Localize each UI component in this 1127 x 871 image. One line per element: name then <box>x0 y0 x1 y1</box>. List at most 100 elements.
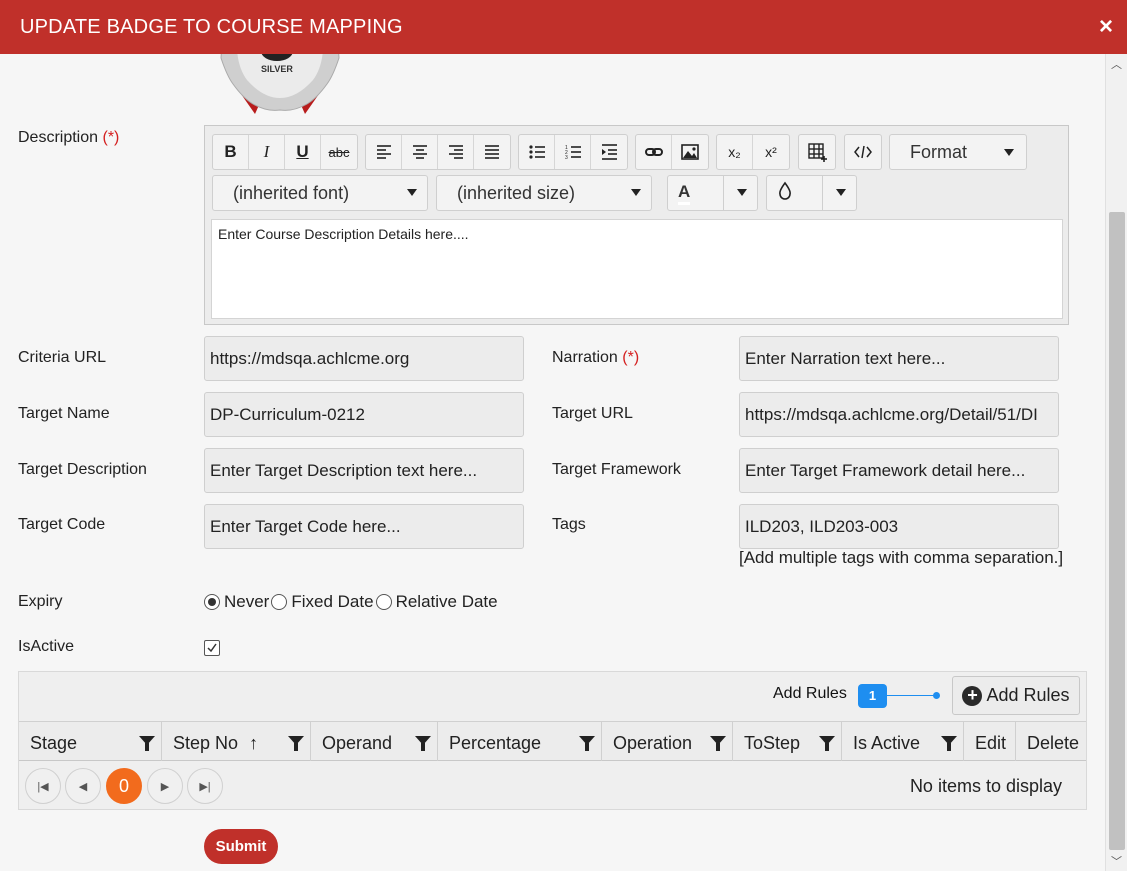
column-is-active[interactable]: Is Active <box>842 722 964 761</box>
silver-badge-image: SILVER <box>215 54 345 114</box>
column-percentage[interactable]: Percentage <box>438 722 602 761</box>
submit-button[interactable]: Submit <box>204 829 278 864</box>
tags-input[interactable]: ILD203, ILD203-003 <box>739 504 1059 549</box>
criteria-url-input[interactable]: https://mdsqa.achlcme.org <box>204 336 524 381</box>
column-delete: Delete <box>1027 733 1080 753</box>
chevron-down-icon <box>836 189 846 196</box>
sort-ascending-icon: ↑ <box>249 733 259 753</box>
target-url-label: Target URL <box>552 405 633 422</box>
checkmark-icon <box>207 643 217 653</box>
column-operand[interactable]: Operand <box>311 722 438 761</box>
vertical-scrollbar[interactable]: ︿ ﹀ <box>1105 54 1127 871</box>
narration-label: Narration (*) <box>552 349 640 366</box>
alignment-group <box>365 134 511 170</box>
chevron-down-icon <box>1004 149 1014 156</box>
scroll-up-icon[interactable]: ︿ <box>1106 56 1127 74</box>
strikethrough-button[interactable]: abc <box>321 135 357 169</box>
first-page-icon[interactable]: |◀ <box>25 768 61 804</box>
filter-icon[interactable] <box>819 736 835 751</box>
target-name-label: Target Name <box>18 405 110 422</box>
insert-group <box>635 134 709 170</box>
text-style-group: B I U abc <box>212 134 358 170</box>
scroll-down-icon[interactable]: ﹀ <box>1106 853 1127 871</box>
target-framework-input[interactable]: Enter Target Framework detail here... <box>739 448 1059 493</box>
italic-button[interactable]: I <box>249 135 285 169</box>
description-label: Description (*) <box>18 129 120 146</box>
close-icon[interactable]: × <box>1099 15 1113 39</box>
align-justify-icon[interactable] <box>474 135 510 169</box>
required-mark: (*) <box>622 349 640 366</box>
dialog-content: SILVER Description (*) B I U abc 123 x₂ <box>0 54 1105 871</box>
font-size-dropdown[interactable]: (inherited size) <box>436 175 652 211</box>
filter-icon[interactable] <box>139 736 155 751</box>
table-icon[interactable] <box>799 135 835 169</box>
column-tostep[interactable]: ToStep <box>733 722 842 761</box>
expiry-label: Expiry <box>18 593 63 610</box>
align-right-icon[interactable] <box>438 135 474 169</box>
radio-never[interactable] <box>204 594 220 610</box>
filter-icon[interactable] <box>579 736 595 751</box>
description-editor-area[interactable]: Enter Course Description Details here...… <box>211 219 1063 319</box>
subscript-button[interactable]: x₂ <box>717 135 753 169</box>
badge-connector <box>887 695 937 696</box>
scrollbar-thumb[interactable] <box>1109 212 1125 850</box>
current-page-button[interactable]: 0 <box>106 768 142 804</box>
font-size-value: (inherited size) <box>457 182 576 203</box>
column-operation[interactable]: Operation <box>602 722 733 761</box>
add-rules-button[interactable]: + Add Rules <box>952 676 1080 715</box>
format-dropdown-label: Format <box>910 141 968 162</box>
droplet-icon <box>777 181 793 206</box>
font-family-value: (inherited font) <box>233 182 350 203</box>
image-icon[interactable] <box>672 135 708 169</box>
tags-hint: [Add multiple tags with comma separation… <box>739 548 1064 567</box>
radio-relative-date-label: Relative Date <box>395 592 498 611</box>
radio-relative-date[interactable] <box>375 594 392 610</box>
underline-button[interactable]: U <box>285 135 321 169</box>
radio-never-label: Never <box>224 592 270 611</box>
target-code-label: Target Code <box>18 516 106 533</box>
narration-input[interactable]: Enter Narration text here... <box>739 336 1059 381</box>
superscript-button[interactable]: x² <box>753 135 789 169</box>
bold-button[interactable]: B <box>213 135 249 169</box>
font-color-picker[interactable]: A <box>667 175 758 211</box>
radio-fixed-date[interactable] <box>271 594 288 610</box>
criteria-url-label: Criteria URL <box>18 349 107 366</box>
chevron-down-icon <box>631 189 641 196</box>
background-color-picker[interactable] <box>766 175 857 211</box>
font-family-dropdown[interactable]: (inherited font) <box>212 175 428 211</box>
expiry-radio-group: Never Fixed Date Relative Date <box>204 592 500 612</box>
code-group <box>844 134 882 170</box>
format-dropdown[interactable]: Format <box>889 134 1027 170</box>
target-code-input[interactable]: Enter Target Code here... <box>204 504 524 549</box>
filter-icon[interactable] <box>710 736 726 751</box>
column-stage[interactable]: Stage <box>19 722 162 761</box>
tags-label: Tags <box>552 516 586 533</box>
link-icon[interactable] <box>636 135 672 169</box>
align-center-icon[interactable] <box>402 135 438 169</box>
next-page-icon[interactable]: ▶ <box>147 768 183 804</box>
numbered-list-icon[interactable]: 123 <box>555 135 591 169</box>
is-active-label: IsActive <box>18 638 75 655</box>
target-name-input[interactable]: DP-Curriculum-0212 <box>204 392 524 437</box>
column-step-no[interactable]: Step No ↑ <box>162 722 311 761</box>
chevron-down-icon <box>737 189 747 196</box>
plus-circle-icon: + <box>962 685 983 706</box>
indent-icon[interactable] <box>591 135 627 169</box>
align-left-icon[interactable] <box>366 135 402 169</box>
code-view-icon[interactable] <box>845 135 881 169</box>
filter-icon[interactable] <box>415 736 431 751</box>
target-description-label: Target Description <box>18 461 147 478</box>
filter-icon[interactable] <box>941 736 957 751</box>
target-url-input[interactable]: https://mdsqa.achlcme.org/Detail/51/DI <box>739 392 1059 437</box>
badge-text: SILVER <box>261 64 293 74</box>
rules-grid-header: Stage Step No ↑ Operand Percentage Opera… <box>19 721 1086 761</box>
bullet-list-icon[interactable] <box>519 135 555 169</box>
dialog-titlebar: UPDATE BADGE TO COURSE MAPPING × <box>0 0 1127 54</box>
rules-grid-pager: |◀ ◀ 0 ▶ ▶| No items to display <box>19 761 1086 809</box>
is-active-checkbox[interactable] <box>204 640 220 656</box>
previous-page-icon[interactable]: ◀ <box>65 768 101 804</box>
last-page-icon[interactable]: ▶| <box>187 768 223 804</box>
filter-icon[interactable] <box>288 736 304 751</box>
target-description-input[interactable]: Enter Target Description text here... <box>204 448 524 493</box>
rich-text-editor: B I U abc 123 x₂ x² Format (inherited fo… <box>204 125 1069 325</box>
